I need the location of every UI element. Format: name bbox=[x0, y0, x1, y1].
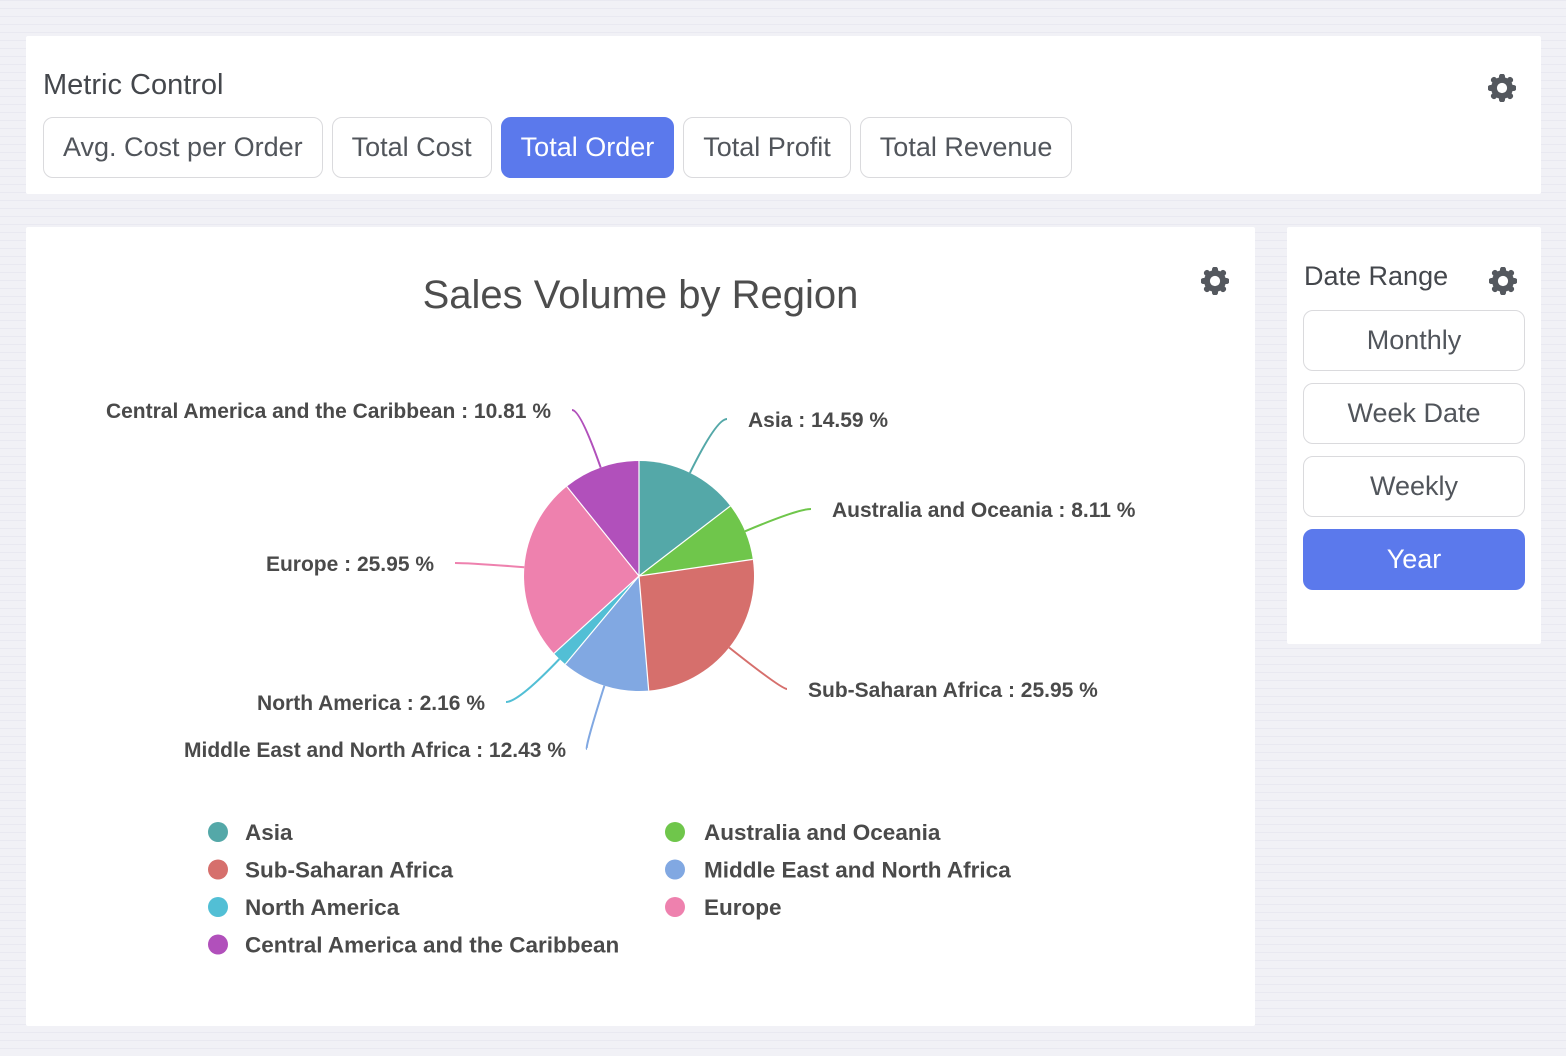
svg-text:Asia: Asia bbox=[245, 820, 293, 845]
svg-text:Australia and Oceania: Australia and Oceania bbox=[704, 820, 941, 845]
svg-text:Middle East and North Africa :: Middle East and North Africa : 12.43 % bbox=[184, 739, 566, 762]
svg-text:Central America and the Caribb: Central America and the Caribbean : 10.8… bbox=[106, 400, 551, 423]
svg-text:Asia : 14.59 %: Asia : 14.59 % bbox=[748, 409, 888, 432]
svg-text:Sub-Saharan Africa : 25.95 %: Sub-Saharan Africa : 25.95 % bbox=[808, 679, 1098, 702]
svg-text:Europe: Europe bbox=[704, 895, 782, 920]
svg-text:Central America and the Caribb: Central America and the Caribbean bbox=[245, 933, 619, 958]
svg-text:Sub-Saharan Africa: Sub-Saharan Africa bbox=[245, 858, 453, 883]
svg-text:Europe : 25.95 %: Europe : 25.95 % bbox=[266, 553, 434, 576]
svg-text:Australia and Oceania : 8.11 %: Australia and Oceania : 8.11 % bbox=[832, 499, 1136, 522]
svg-text:Middle East and North Africa: Middle East and North Africa bbox=[704, 858, 1011, 883]
svg-text:North America: North America bbox=[245, 895, 400, 920]
svg-text:North America : 2.16 %: North America : 2.16 % bbox=[257, 692, 485, 715]
